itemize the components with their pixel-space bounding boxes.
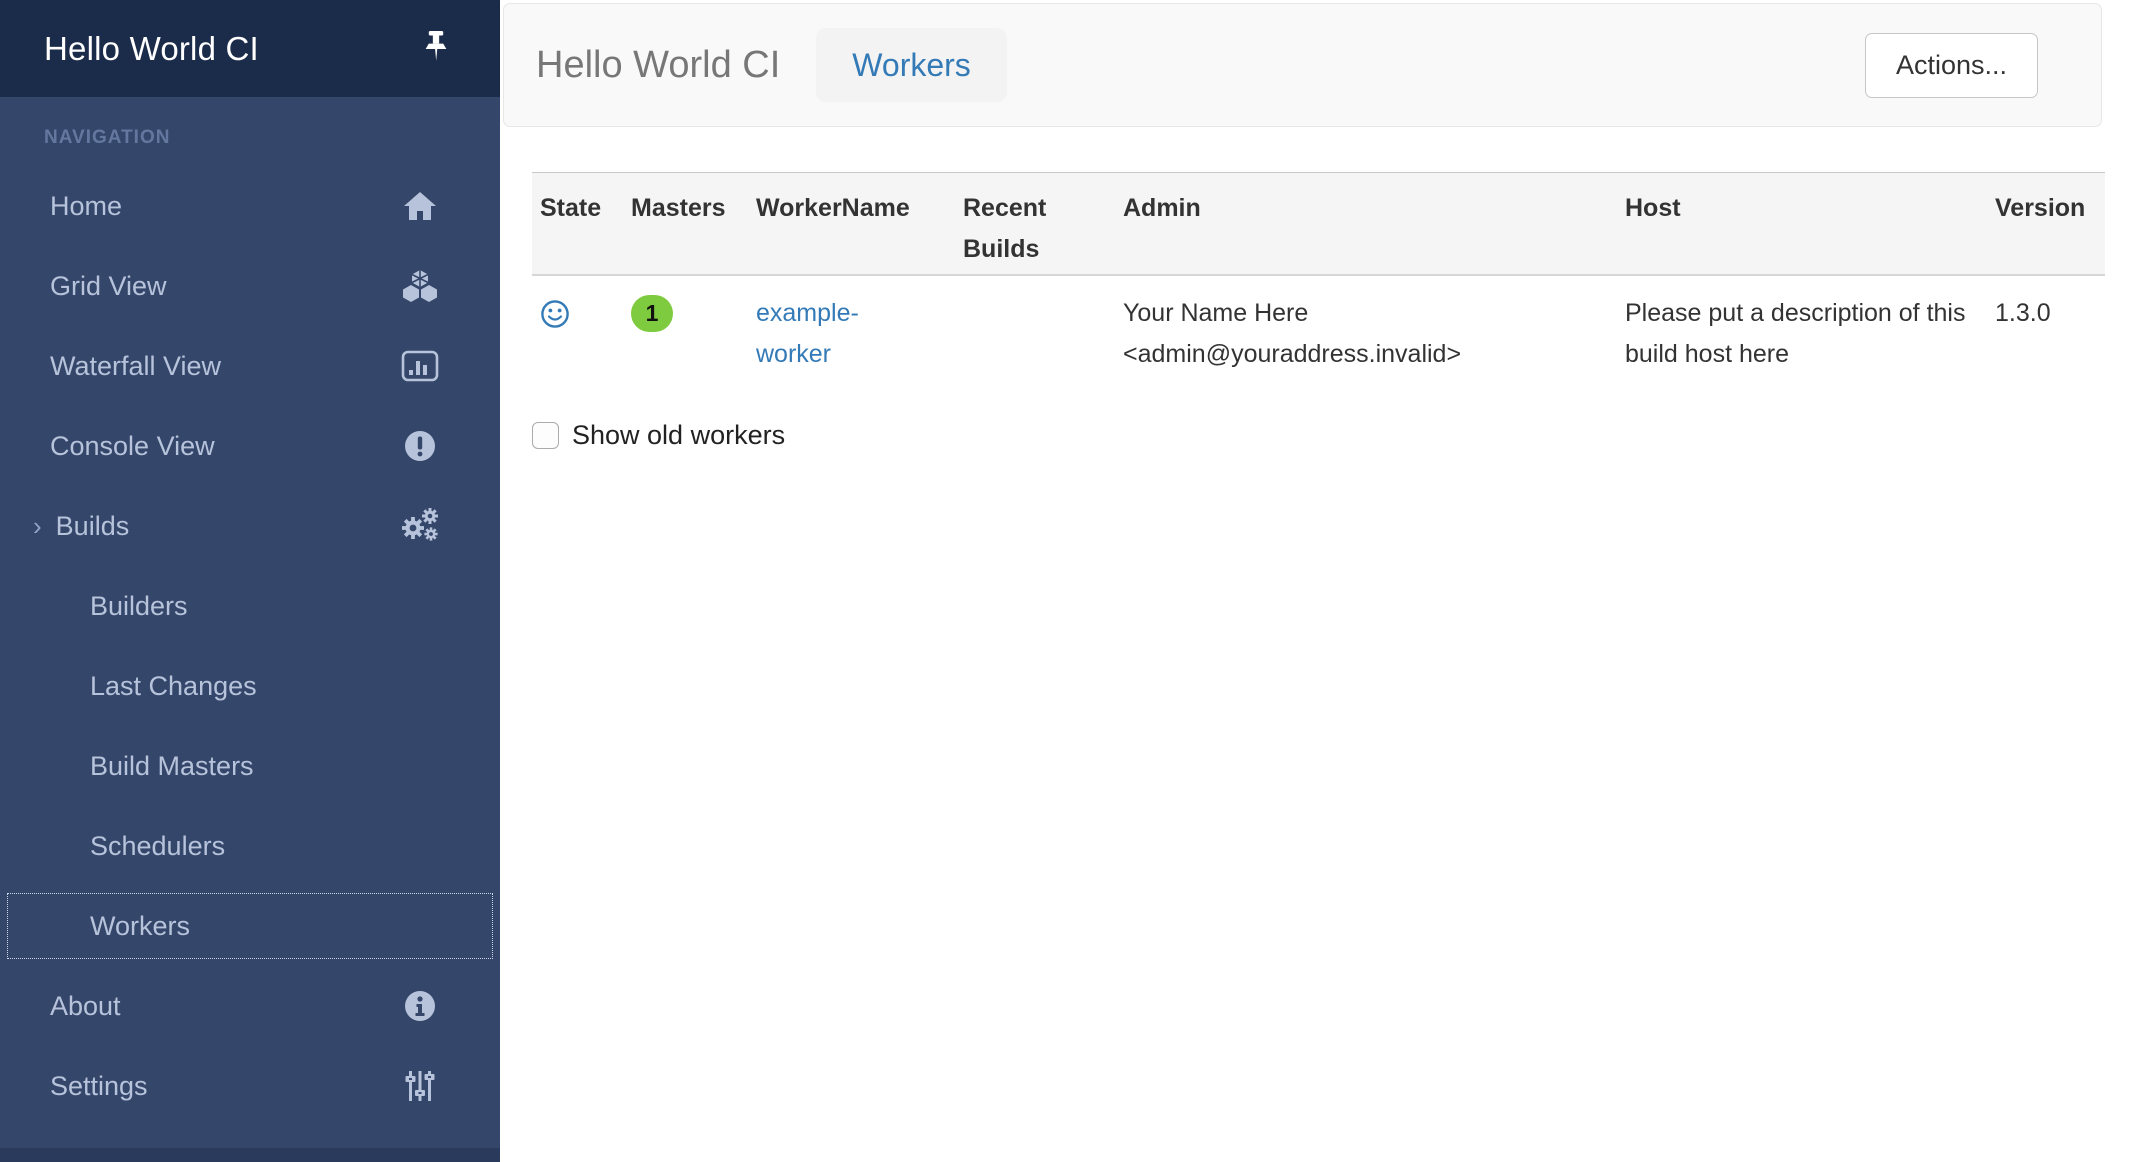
table-header-row: State Masters WorkerName Recent Builds A… <box>532 173 2105 276</box>
smiley-icon <box>540 299 615 329</box>
sidebar-item-workers[interactable]: Workers <box>0 886 500 966</box>
worker-masters-cell: 1 <box>623 275 748 394</box>
top-navbar: Hello World CI Workers Actions... <box>503 3 2102 127</box>
breadcrumb-label: Workers <box>852 47 971 84</box>
col-header-host: Host <box>1617 173 1987 276</box>
actions-button[interactable]: Actions... <box>1865 33 2038 98</box>
sidebar-item-console-view[interactable]: Console View <box>0 406 500 486</box>
app-title: Hello World CI <box>44 30 259 68</box>
masters-count-badge: 1 <box>631 295 673 332</box>
sidebar-item-builders[interactable]: Builders <box>0 566 500 646</box>
sidebar-item-build-masters[interactable]: Build Masters <box>0 726 500 806</box>
sidebar-item-about[interactable]: About <box>0 966 500 1046</box>
sidebar-footer-strip <box>0 1148 500 1162</box>
show-old-workers-label: Show old workers <box>572 422 785 449</box>
sidebar-item-schedulers[interactable]: Schedulers <box>0 806 500 886</box>
sliders-icon <box>400 1068 440 1104</box>
sidebar-item-home[interactable]: Home <box>0 166 500 246</box>
sidebar-item-grid-view[interactable]: Grid View <box>0 246 500 326</box>
info-circle-icon <box>400 988 440 1024</box>
main-content: Hello World CI Workers Actions... State … <box>500 0 2132 1162</box>
sidebar-item-builds[interactable]: › Builds <box>0 486 500 566</box>
col-header-state: State <box>532 173 623 276</box>
col-header-version: Version <box>1987 173 2105 276</box>
worker-host-cell: Please put a description of this build h… <box>1617 275 1987 394</box>
brand-title[interactable]: Hello World CI <box>536 44 780 87</box>
sidebar-item-waterfall-view[interactable]: Waterfall View <box>0 326 500 406</box>
col-header-recent-builds: Recent Builds <box>955 173 1115 276</box>
sidebar-header: Hello World CI <box>0 0 500 97</box>
col-header-masters: Masters <box>623 173 748 276</box>
home-icon <box>400 188 440 224</box>
cubes-icon <box>400 268 440 304</box>
worker-name-link[interactable]: example-worker <box>756 293 914 375</box>
col-header-admin: Admin <box>1115 173 1617 276</box>
breadcrumb-workers[interactable]: Workers <box>816 28 1007 102</box>
show-old-workers-checkbox[interactable] <box>532 422 559 449</box>
sidebar-item-last-changes[interactable]: Last Changes <box>0 646 500 726</box>
sidebar-item-settings[interactable]: Settings <box>0 1046 500 1126</box>
nav-section-label: NAVIGATION <box>44 127 500 149</box>
worker-state-cell <box>532 275 623 394</box>
bar-chart-icon <box>400 348 440 384</box>
chevron-right-icon: › <box>33 511 42 542</box>
col-header-workername: WorkerName <box>748 173 955 276</box>
worker-recent-builds-cell <box>955 275 1115 394</box>
table-row: 1 example-worker Your Name Here <admin@y… <box>532 275 2105 394</box>
sidebar: Hello World CI NAVIGATION Home Grid View <box>0 0 500 1162</box>
nav-list: Home Grid View <box>0 166 500 1126</box>
worker-admin-cell: Your Name Here <admin@youraddress.invali… <box>1115 275 1617 394</box>
worker-version-cell: 1.3.0 <box>1987 275 2105 394</box>
gears-icon <box>400 508 440 544</box>
exclamation-circle-icon <box>400 428 440 464</box>
workers-table: State Masters WorkerName Recent Builds A… <box>532 172 2105 394</box>
show-old-workers-toggle[interactable]: Show old workers <box>532 422 2132 449</box>
pin-icon[interactable] <box>416 27 456 71</box>
worker-name-cell: example-worker <box>748 275 955 394</box>
